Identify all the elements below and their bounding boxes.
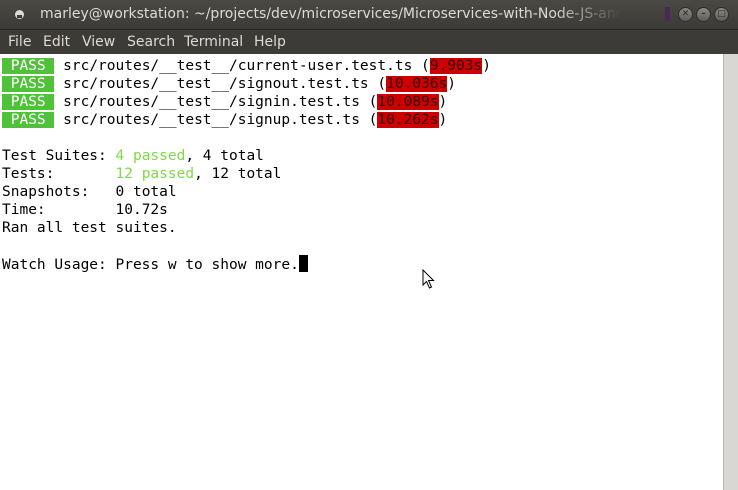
minimize-button[interactable]: – <box>696 7 711 22</box>
test-file-path: src/routes/__test__/current-user.test.ts <box>63 58 413 74</box>
summary-suites: Test Suites: 4 passed, 4 total <box>2 148 264 164</box>
test-duration: 10.262s <box>377 112 439 128</box>
mouse-pointer-icon <box>422 269 435 289</box>
test-file-path: src/routes/__test__/signup.test.ts <box>63 112 360 128</box>
pass-badge: PASS <box>2 58 55 74</box>
menu-help[interactable]: Help <box>254 30 286 55</box>
title-bar[interactable]: marley@workstation: ~/projects/dev/micro… <box>0 0 738 29</box>
tests-passed: 12 passed <box>115 166 195 182</box>
test-duration: 10.036s <box>386 76 448 92</box>
summary-tests: Tests: 12 passed, 12 total <box>2 166 282 182</box>
pass-badge: PASS <box>2 112 55 128</box>
text-cursor <box>298 255 308 272</box>
pass-badge: PASS <box>2 76 55 92</box>
maximize-icon: □ <box>717 9 726 19</box>
test-result-row: PASS src/routes/__test__/signin.test.ts … <box>2 93 447 111</box>
title-overflow-marker <box>665 7 670 21</box>
test-file-path: src/routes/__test__/signout.test.ts <box>63 76 369 92</box>
watch-usage-line: Watch Usage: Press w to show more. <box>2 255 308 273</box>
test-result-row: PASS src/routes/__test__/signup.test.ts … <box>2 111 447 129</box>
menu-terminal[interactable]: Terminal <box>184 30 243 55</box>
pass-badge: PASS <box>2 94 55 110</box>
maximize-button[interactable]: □ <box>714 7 729 22</box>
test-result-row: PASS src/routes/__test__/signout.test.ts… <box>2 75 456 93</box>
summary-snapshots: Snapshots: 0 total <box>2 184 177 200</box>
terminal-app-icon <box>15 10 24 19</box>
test-file-path: src/routes/__test__/signin.test.ts <box>63 94 360 110</box>
terminal-output[interactable]: PASS src/routes/__test__/current-user.te… <box>0 54 723 490</box>
menu-view[interactable]: View <box>82 30 115 55</box>
suites-passed: 4 passed <box>115 148 186 164</box>
menu-edit[interactable]: Edit <box>43 30 70 55</box>
menu-bar: File Edit View Search Terminal Help <box>0 29 738 54</box>
menu-search[interactable]: Search <box>127 30 175 55</box>
window-title: marley@workstation: ~/projects/dev/micro… <box>40 6 622 22</box>
test-result-row: PASS src/routes/__test__/current-user.te… <box>2 57 491 75</box>
menu-file[interactable]: File <box>8 30 31 55</box>
summary-time: Time: 10.72s <box>2 202 168 218</box>
test-duration: 9.903s <box>429 58 483 74</box>
test-duration: 10.089s <box>377 94 439 110</box>
close-icon: ✕ <box>681 9 690 19</box>
minimize-icon: – <box>701 9 706 19</box>
terminal-scrollbar[interactable] <box>723 54 738 490</box>
close-button[interactable]: ✕ <box>678 7 693 22</box>
terminal-window: marley@workstation: ~/projects/dev/micro… <box>0 0 738 490</box>
summary-ran-all: Ran all test suites. <box>2 220 177 236</box>
